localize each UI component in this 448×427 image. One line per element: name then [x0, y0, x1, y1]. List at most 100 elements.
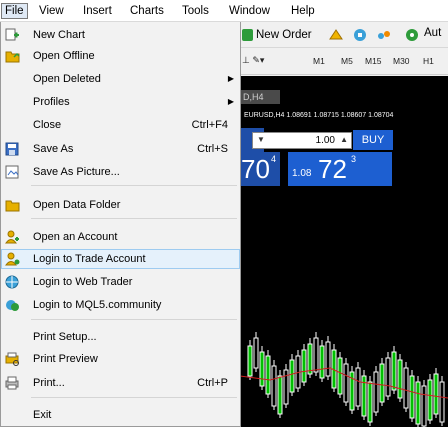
menu-item-label: New Chart — [33, 29, 85, 41]
web-trader-icon — [5, 275, 19, 289]
folder-icon — [5, 51, 20, 63]
candle-body — [343, 363, 349, 403]
menu-insert[interactable]: Insert — [80, 3, 115, 19]
menu-item-open-data-folder[interactable]: Open Data Folder — [1, 195, 240, 215]
menu-item-label: Print Preview — [33, 353, 98, 365]
timeframe-m15[interactable]: M15 — [365, 56, 382, 66]
chart-window[interactable]: D,H4 EURUSD,H4 1.08691 1.08715 1.08607 1… — [240, 76, 448, 427]
menu-item-open-account[interactable]: Open an Account — [1, 227, 240, 247]
save-icon — [5, 142, 19, 156]
timeframe-m1[interactable]: M1 — [313, 56, 325, 66]
candle-body — [415, 381, 421, 425]
menu-item-open-offline[interactable]: Open Offline — [1, 46, 240, 66]
account-icon — [5, 230, 19, 244]
candle-body — [259, 351, 265, 387]
candle-body — [307, 343, 313, 375]
candle-body — [409, 375, 415, 419]
menu-item-label: Open Data Folder — [33, 199, 121, 211]
candle-body — [271, 365, 277, 407]
candle-body — [373, 371, 379, 413]
candle-body — [313, 337, 319, 373]
new-order-icon — [242, 29, 253, 41]
menu-item-label: Print Setup... — [33, 331, 97, 343]
menu-item-label: Exit — [33, 409, 52, 421]
timeframe-toolbar: ⊥ ✎▾ M1 M5 M15 M30 H1 — [240, 49, 448, 75]
menu-item-login-mql5[interactable]: Login to MQL5.community — [1, 295, 240, 315]
menu-item-label: Open Deleted — [33, 73, 101, 85]
candle-body — [277, 375, 283, 415]
file-menu: New Chart Open Offline Open Deleted ▶ Pr… — [0, 22, 241, 427]
menu-item-open-deleted[interactable]: Open Deleted ▶ — [1, 69, 240, 89]
menu-item-label: Save As — [33, 143, 74, 155]
menu-item-label: Profiles — [33, 96, 70, 108]
market-watch-icon[interactable] — [352, 27, 368, 43]
menu-item-print[interactable]: Print... Ctrl+P — [1, 373, 240, 393]
candle-body — [439, 381, 445, 423]
menu-item-new-chart[interactable]: New Chart — [1, 25, 240, 45]
folder-icon — [5, 200, 20, 212]
menu-bar: File View Insert Charts Tools Window Hel… — [0, 0, 448, 22]
timeframe-h1[interactable]: H1 — [423, 56, 434, 66]
menu-separator — [31, 397, 237, 398]
menu-separator — [31, 319, 237, 320]
menu-charts[interactable]: Charts — [127, 3, 167, 19]
mql5-icon — [6, 300, 19, 311]
autotrading-label[interactable]: Aut — [424, 27, 441, 39]
main-toolbar: New Order Aut — [240, 22, 448, 48]
candle-body — [253, 337, 259, 369]
candle-body — [319, 345, 325, 379]
candle-body — [289, 359, 295, 393]
candle-body — [427, 379, 433, 421]
candle-body — [247, 345, 253, 377]
new-order-button[interactable]: New Order — [242, 27, 312, 43]
drawing-tool-icon[interactable]: ⊥ ✎▾ — [242, 55, 264, 66]
printer-icon — [5, 376, 19, 390]
candle-body — [325, 341, 331, 377]
submenu-arrow-icon: ▶ — [227, 97, 234, 106]
menu-view[interactable]: View — [36, 3, 67, 19]
menu-item-close[interactable]: Close Ctrl+F4 — [1, 115, 240, 135]
candle-body — [265, 355, 271, 395]
candle-body — [379, 363, 385, 403]
menu-file[interactable]: File — [1, 3, 28, 19]
menu-item-exit[interactable]: Exit — [1, 405, 240, 425]
signals-icon[interactable] — [376, 27, 392, 43]
menu-window[interactable]: Window — [226, 3, 273, 19]
menu-item-profiles[interactable]: Profiles ▶ — [1, 92, 240, 112]
candle-body — [433, 373, 439, 415]
menu-item-login-web-trader[interactable]: Login to Web Trader — [1, 272, 240, 292]
menu-item-label: Print... — [33, 377, 65, 389]
candle-body — [301, 349, 307, 383]
menu-item-print-setup[interactable]: Print Setup... — [1, 327, 240, 347]
menu-item-shortcut: Ctrl+P — [197, 377, 228, 389]
menu-item-label: Login to MQL5.community — [33, 299, 162, 311]
menu-item-label: Login to Trade Account — [33, 253, 146, 265]
menu-separator — [31, 185, 237, 186]
menu-item-print-preview[interactable]: Print Preview — [1, 349, 240, 369]
candle-body — [397, 359, 403, 399]
menu-item-label: Open Offline — [33, 50, 95, 62]
menu-item-login-trade-account[interactable]: Login to Trade Account — [1, 249, 240, 269]
timeframe-m5[interactable]: M5 — [341, 56, 353, 66]
login-icon — [5, 252, 20, 266]
candles — [240, 332, 448, 427]
candle-body — [403, 367, 409, 409]
autotrading-icon[interactable] — [404, 27, 420, 43]
print-preview-icon — [5, 352, 19, 366]
candle-body — [367, 381, 373, 423]
menu-item-label: Close — [33, 119, 62, 131]
menu-tools[interactable]: Tools — [179, 3, 212, 19]
menu-item-save-as[interactable]: Save As Ctrl+S — [1, 139, 240, 159]
menu-item-label: Save As Picture... — [33, 166, 120, 178]
candle-body — [391, 351, 397, 391]
metaeditor-icon[interactable] — [328, 27, 344, 43]
menu-item-save-as-picture[interactable]: Save As Picture... — [1, 162, 240, 182]
candle-body — [385, 357, 391, 397]
candle-body — [355, 367, 361, 407]
menu-item-shortcut: Ctrl+F4 — [191, 119, 228, 131]
menu-item-label: Login to Web Trader — [33, 276, 133, 288]
timeframe-m30[interactable]: M30 — [393, 56, 410, 66]
menu-help[interactable]: Help — [288, 3, 318, 19]
candlestick-chart — [240, 332, 448, 427]
menu-item-shortcut: Ctrl+S — [197, 143, 228, 155]
